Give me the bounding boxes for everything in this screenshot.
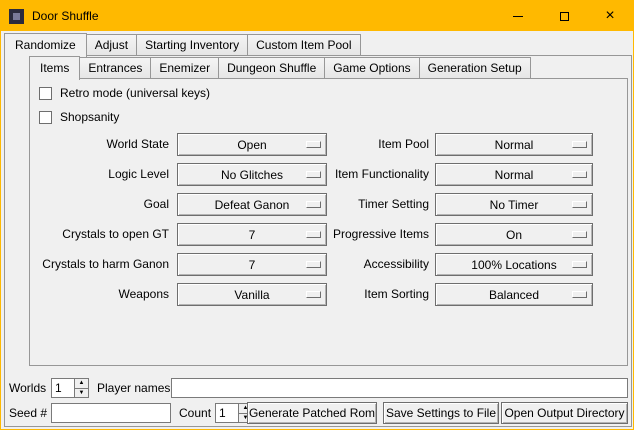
save-settings-button[interactable]: Save Settings to File bbox=[383, 402, 499, 424]
dropdown-indicator-icon bbox=[572, 141, 587, 148]
worlds-spin-arrows: ▲ ▼ bbox=[74, 379, 88, 397]
worlds-spin-down-button[interactable]: ▼ bbox=[75, 389, 88, 398]
shopsanity-checkbox[interactable] bbox=[39, 111, 52, 124]
seed-input[interactable] bbox=[51, 403, 171, 423]
progressive-items-label: Progressive Items bbox=[279, 223, 429, 246]
item-functionality-dropdown[interactable]: Normal bbox=[435, 163, 593, 186]
goal-label: Goal bbox=[31, 193, 169, 216]
tab-randomize[interactable]: Randomize bbox=[4, 33, 87, 57]
item-sorting-label: Item Sorting bbox=[279, 283, 429, 306]
tab-game-options[interactable]: Game Options bbox=[324, 57, 419, 79]
worlds-input[interactable] bbox=[52, 379, 74, 397]
player-names-input[interactable] bbox=[171, 378, 628, 398]
item-functionality-value: Normal bbox=[495, 168, 534, 182]
dropdown-indicator-icon bbox=[572, 171, 587, 178]
world-state-label: World State bbox=[31, 133, 169, 156]
crystals-ganon-value: 7 bbox=[249, 258, 256, 272]
dropdown-indicator-icon bbox=[572, 291, 587, 298]
weapons-value: Vanilla bbox=[234, 288, 269, 302]
open-output-button[interactable]: Open Output Directory bbox=[501, 402, 628, 424]
progressive-items-value: On bbox=[506, 228, 522, 242]
accessibility-label: Accessibility bbox=[279, 253, 429, 276]
item-functionality-label: Item Functionality bbox=[279, 163, 429, 186]
worlds-label: Worlds bbox=[9, 378, 46, 399]
caption-buttons: × bbox=[495, 1, 633, 31]
seed-label: Seed # bbox=[9, 403, 47, 424]
tab-starting-inventory[interactable]: Starting Inventory bbox=[136, 34, 248, 56]
count-input[interactable] bbox=[216, 404, 238, 422]
tab-enemizer[interactable]: Enemizer bbox=[150, 57, 219, 79]
generate-rom-button[interactable]: Generate Patched Rom bbox=[247, 402, 377, 424]
window-title: Door Shuffle bbox=[32, 9, 99, 23]
shopsanity-row: Shopsanity bbox=[39, 109, 119, 125]
dropdown-indicator-icon bbox=[572, 261, 587, 268]
item-pool-label: Item Pool bbox=[279, 133, 429, 156]
worlds-spin-up-button[interactable]: ▲ bbox=[75, 379, 88, 389]
retro-mode-row: Retro mode (universal keys) bbox=[39, 85, 210, 101]
crystals-ganon-label: Crystals to harm Ganon bbox=[31, 253, 169, 276]
maximize-button[interactable] bbox=[541, 1, 587, 31]
app-icon bbox=[9, 9, 24, 24]
maximize-icon bbox=[560, 12, 569, 21]
shopsanity-label: Shopsanity bbox=[60, 110, 119, 124]
tab-adjust[interactable]: Adjust bbox=[86, 34, 137, 56]
tab-items[interactable]: Items bbox=[29, 56, 80, 80]
item-pool-dropdown[interactable]: Normal bbox=[435, 133, 593, 156]
tab-dungeon-shuffle[interactable]: Dungeon Shuffle bbox=[218, 57, 325, 79]
dropdown-indicator-icon bbox=[572, 201, 587, 208]
crystals-gt-value: 7 bbox=[249, 228, 256, 242]
item-sorting-dropdown[interactable]: Balanced bbox=[435, 283, 593, 306]
timer-setting-label: Timer Setting bbox=[279, 193, 429, 216]
world-state-value: Open bbox=[237, 138, 266, 152]
count-label: Count bbox=[179, 403, 211, 424]
timer-setting-value: No Timer bbox=[490, 198, 539, 212]
tab-custom-item-pool[interactable]: Custom Item Pool bbox=[247, 34, 360, 56]
accessibility-value: 100% Locations bbox=[471, 258, 556, 272]
worlds-spinbox: ▲ ▼ bbox=[51, 378, 89, 398]
crystals-gt-label: Crystals to open GT bbox=[31, 223, 169, 246]
item-sorting-value: Balanced bbox=[489, 288, 539, 302]
close-icon: × bbox=[605, 8, 614, 24]
logic-level-label: Logic Level bbox=[31, 163, 169, 186]
logic-level-value: No Glitches bbox=[221, 168, 283, 182]
tab-entrances[interactable]: Entrances bbox=[79, 57, 151, 79]
tab-generation-setup[interactable]: Generation Setup bbox=[419, 57, 531, 79]
outer-tab-bar: Randomize Adjust Starting Inventory Cust… bbox=[4, 34, 361, 56]
title-bar[interactable]: Door Shuffle × bbox=[1, 1, 633, 31]
dropdown-indicator-icon bbox=[572, 231, 587, 238]
close-button[interactable]: × bbox=[587, 1, 633, 31]
accessibility-dropdown[interactable]: 100% Locations bbox=[435, 253, 593, 276]
retro-mode-checkbox[interactable] bbox=[39, 87, 52, 100]
minimize-button[interactable] bbox=[495, 1, 541, 31]
progressive-items-dropdown[interactable]: On bbox=[435, 223, 593, 246]
weapons-label: Weapons bbox=[31, 283, 169, 306]
retro-mode-label: Retro mode (universal keys) bbox=[60, 86, 210, 100]
player-names-label: Player names bbox=[97, 378, 170, 399]
window: Door Shuffle × Randomize Adjust Starting… bbox=[0, 0, 634, 430]
inner-tab-bar: Items Entrances Enemizer Dungeon Shuffle… bbox=[29, 57, 531, 79]
timer-setting-dropdown[interactable]: No Timer bbox=[435, 193, 593, 216]
minimize-icon bbox=[513, 16, 523, 17]
item-pool-value: Normal bbox=[495, 138, 534, 152]
